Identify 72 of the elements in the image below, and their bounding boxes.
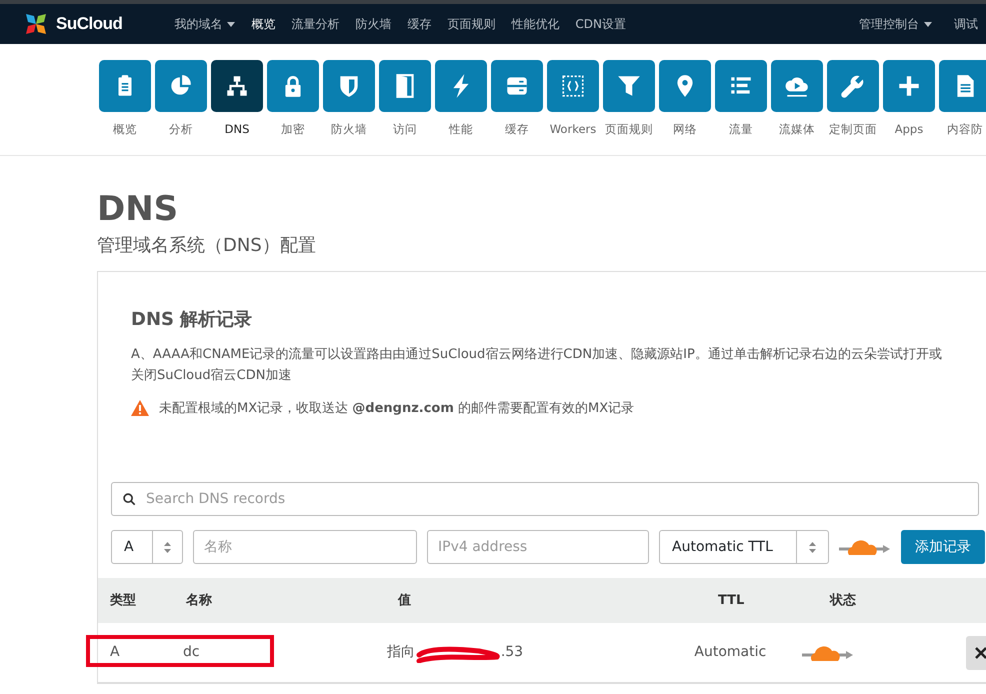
type-select[interactable]: A (111, 530, 183, 564)
tile-label[interactable]: 流媒体 (779, 121, 815, 138)
column-header: 名称 (186, 592, 213, 610)
app-tile[interactable] (659, 60, 711, 112)
card-title: DNS 解析记录 (131, 308, 254, 332)
nav-link[interactable]: 管理控制台 (851, 15, 940, 33)
tile-label[interactable]: 防火墙 (331, 121, 367, 138)
close-icon (975, 646, 986, 659)
page-subtitle: 管理域名系统（DNS）配置 (97, 234, 317, 258)
tile-label[interactable]: 内容防 (947, 121, 983, 138)
card-description: A、AAAA和CNAME记录的流量可以设置路由由通过SuCloud宿云网络进行CDN加速、隐藏源站IP。通过单击解析记录右边的云朵尝试打开或关闭SuCloud宿云CDN加速 (131, 346, 943, 385)
column-header: 状态 (830, 592, 857, 610)
brand-name: SuCloud (56, 13, 122, 36)
app-tile[interactable] (603, 60, 655, 112)
nav-link[interactable]: 防火墙 (347, 15, 400, 33)
nav-link[interactable]: CDN设置 (567, 15, 634, 33)
add-record-button[interactable]: 添加记录 (901, 530, 985, 564)
nav-link[interactable]: 我的域名 (166, 15, 244, 33)
tile-label[interactable]: 网络 (673, 121, 697, 138)
tile-label[interactable]: 缓存 (505, 121, 529, 138)
app-tile[interactable] (323, 60, 375, 112)
nav-link[interactable]: 调试 (946, 15, 986, 33)
app-tile[interactable] (715, 60, 767, 112)
search-icon (123, 493, 136, 506)
tile-label[interactable]: 访问 (393, 121, 417, 138)
app-tile[interactable] (939, 60, 986, 112)
column-header: 类型 (108, 592, 137, 610)
spinner-arrows-icon (164, 542, 171, 553)
warning-icon (131, 400, 149, 416)
value-field[interactable]: IPv4 address (427, 530, 649, 564)
table-cell-text: Automatic (694, 643, 768, 662)
page-title: DNS (97, 192, 180, 226)
tile-label[interactable]: 页面规则 (605, 121, 653, 138)
spinner-arrows-icon (809, 542, 816, 553)
tile-label[interactable]: 流量 (729, 121, 753, 138)
nav-link[interactable]: 概览 (243, 15, 284, 33)
app-tile[interactable] (491, 60, 543, 112)
app-tile[interactable] (155, 60, 207, 112)
table-cell-text: A (109, 643, 121, 662)
app-tile[interactable] (547, 60, 599, 112)
app-tile[interactable] (379, 60, 431, 112)
nav-link[interactable]: 页面规则 (439, 15, 504, 33)
app-tile[interactable] (211, 60, 263, 112)
app-tile[interactable] (883, 60, 935, 112)
column-header: 值 (398, 592, 412, 610)
wrench-icon (840, 73, 866, 99)
name-field[interactable]: 名称 (193, 530, 417, 564)
tile-label[interactable]: 定制页面 (829, 121, 877, 138)
app-tile[interactable] (267, 60, 319, 112)
table-cell-text: dc (183, 643, 201, 662)
tile-label[interactable]: Apps (894, 121, 924, 138)
app-tile[interactable] (771, 60, 823, 112)
logo-icon (24, 12, 48, 36)
tile-label[interactable]: 性能 (449, 121, 473, 138)
tile-label[interactable]: Workers (550, 121, 596, 138)
tile-label[interactable]: 概览 (113, 121, 137, 138)
app-tile[interactable] (827, 60, 879, 112)
search-field[interactable]: Search DNS records (111, 482, 979, 516)
ttl-select[interactable]: Automatic TTL (659, 530, 829, 564)
table-cell-text: 指向 (386, 643, 415, 662)
warning-text: 未配置根域的MX记录，收取送达 @dengnz.com 的邮件需要配置有效的MX记录 (159, 400, 634, 418)
tile-label[interactable]: DNS (224, 121, 250, 138)
nav-link[interactable]: 流量分析 (283, 15, 348, 33)
app-tile[interactable] (99, 60, 151, 112)
table-cell-text: .53 (500, 643, 524, 662)
nav-link[interactable]: 缓存 (399, 15, 440, 33)
column-header: TTL (718, 592, 746, 610)
tile-label[interactable]: 加密 (281, 121, 305, 138)
code-icon (560, 73, 586, 99)
tile-label[interactable]: 分析 (169, 121, 193, 138)
nav-link[interactable]: 性能优化 (503, 15, 568, 33)
app-tile[interactable] (435, 60, 487, 112)
